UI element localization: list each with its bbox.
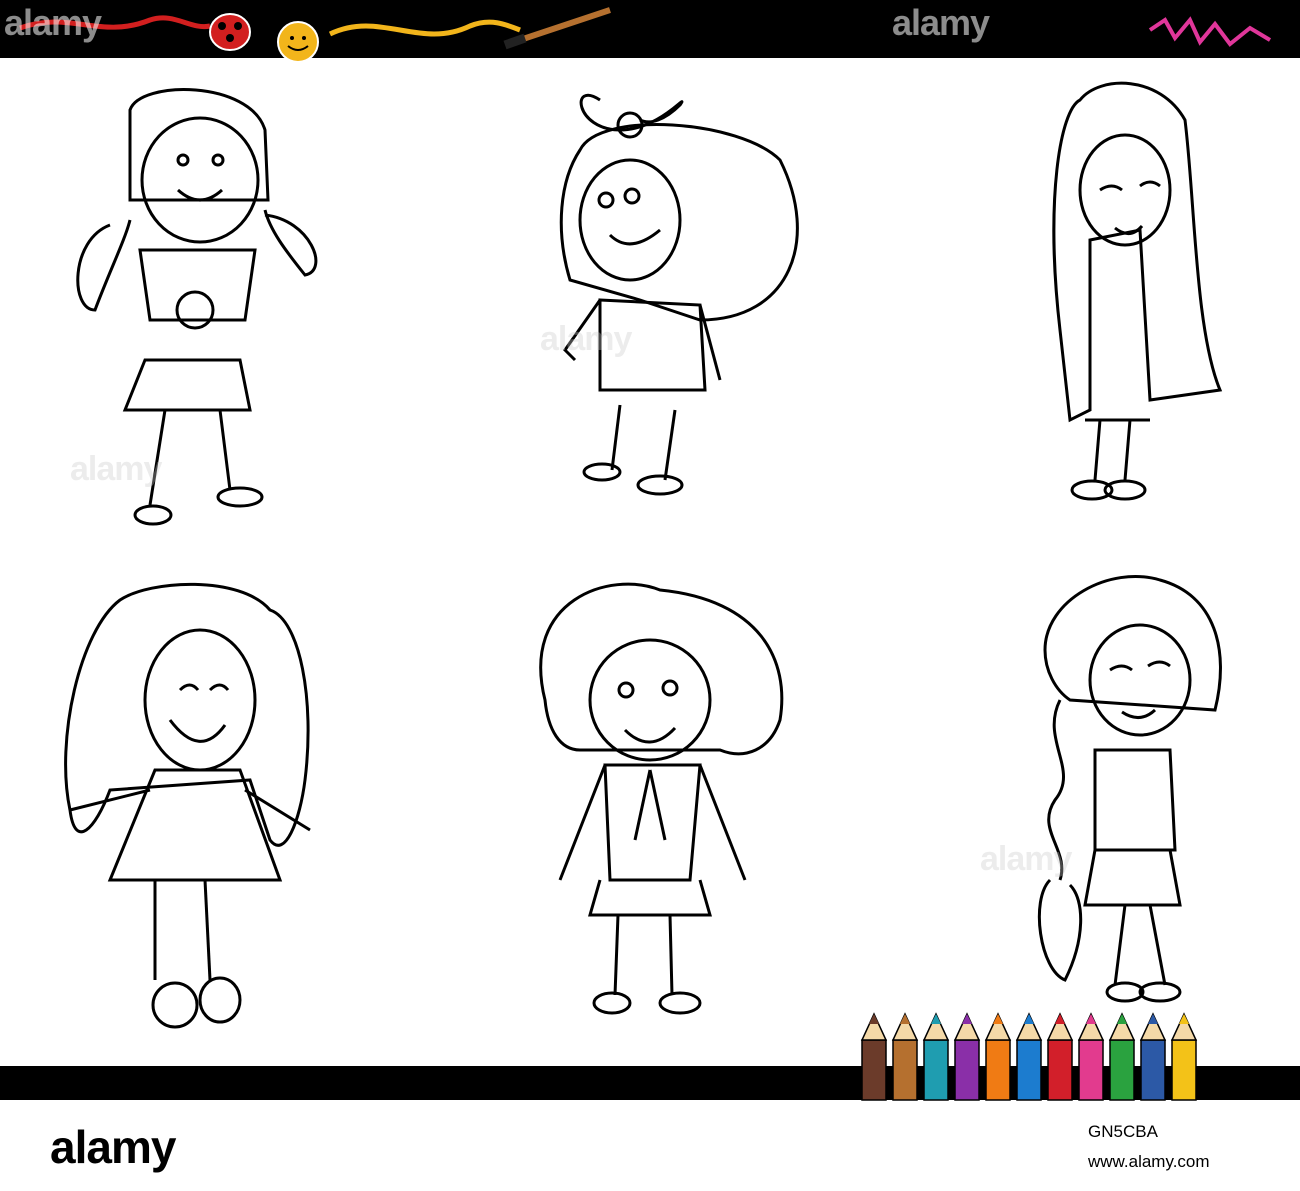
watermark-top-center: alamy	[892, 2, 990, 43]
magenta-scribble	[1148, 16, 1272, 47]
pencil-9	[1109, 1039, 1135, 1101]
ladybug-icon	[209, 13, 251, 51]
girl-wavy-hair-dress	[64, 582, 311, 1029]
footer-site: www.alamy.com	[1088, 1152, 1210, 1171]
girl-big-bow	[559, 93, 799, 496]
watermark-mid-2: alamy	[540, 320, 632, 358]
pencil-2	[892, 1039, 918, 1101]
coloring-page-illustration	[19, 7, 1272, 1101]
pencil-lead-2	[900, 1014, 910, 1024]
girl-bob-haircut-ribbon	[539, 582, 784, 1015]
watermark-top-left: alamy	[4, 2, 102, 43]
pencil-10	[1140, 1039, 1166, 1101]
pencil-lead-9	[1117, 1014, 1127, 1024]
pencil-6	[1016, 1039, 1042, 1101]
colored-pencils	[860, 1012, 1198, 1101]
pencil-7	[1047, 1039, 1073, 1101]
pencil-lead-10	[1148, 1014, 1158, 1024]
pencil-lead-8	[1086, 1014, 1096, 1024]
pencil-11	[1171, 1039, 1197, 1101]
sun-icon	[277, 21, 319, 63]
pencil-lead-1	[869, 1014, 879, 1024]
pencil-lead-5	[993, 1014, 1003, 1024]
pencil-lead-11	[1179, 1014, 1189, 1024]
pencil-8	[1078, 1039, 1104, 1101]
pencil-3	[923, 1039, 949, 1101]
pencil-lead-3	[931, 1014, 941, 1024]
pencil-lead-4	[962, 1014, 972, 1024]
pencil-lead-6	[1024, 1014, 1034, 1024]
pencil-4	[954, 1039, 980, 1101]
footer-image-code: GN5CBA	[1088, 1122, 1158, 1141]
girl-braid	[1037, 575, 1222, 1003]
top-decorations	[19, 7, 1272, 63]
watermark-mid-3: alamy	[980, 840, 1072, 878]
watermark-mid-1: alamy	[70, 450, 162, 488]
paintbrush-icon	[503, 7, 611, 50]
footer-brand: alamy	[50, 1121, 176, 1173]
girl-long-straight-hair	[1052, 81, 1223, 501]
pencil-1	[861, 1039, 887, 1101]
pencil-5	[985, 1039, 1011, 1101]
pencil-lead-7	[1055, 1014, 1065, 1024]
